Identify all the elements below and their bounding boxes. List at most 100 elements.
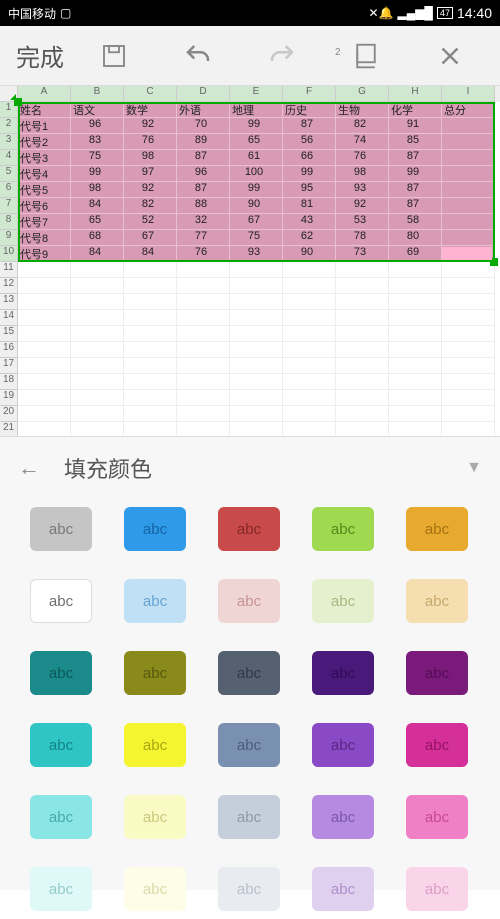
color-swatch[interactable]: abc <box>312 867 374 911</box>
empty-cell[interactable] <box>389 294 442 310</box>
empty-cell[interactable] <box>177 342 230 358</box>
empty-cell[interactable] <box>336 294 389 310</box>
column-header[interactable]: H <box>389 86 442 102</box>
empty-cell[interactable] <box>177 374 230 390</box>
data-cell[interactable] <box>442 150 495 166</box>
data-cell[interactable]: 代号4 <box>18 166 71 182</box>
row-header[interactable]: 4 <box>0 150 18 166</box>
column-header[interactable]: E <box>230 86 283 102</box>
row-header[interactable]: 11 <box>0 262 18 278</box>
empty-cell[interactable] <box>283 358 336 374</box>
header-cell[interactable]: 生物 <box>336 102 389 118</box>
header-cell[interactable]: 总分 <box>442 102 495 118</box>
done-button[interactable]: 完成 <box>8 32 72 79</box>
empty-cell[interactable] <box>283 422 336 436</box>
data-cell[interactable]: 76 <box>177 246 230 262</box>
data-cell[interactable]: 90 <box>230 198 283 214</box>
data-cell[interactable]: 65 <box>71 214 124 230</box>
redo-icon[interactable] <box>240 41 324 71</box>
empty-cell[interactable] <box>389 326 442 342</box>
empty-cell[interactable] <box>71 342 124 358</box>
empty-cell[interactable] <box>71 390 124 406</box>
empty-cell[interactable] <box>124 390 177 406</box>
data-cell[interactable]: 43 <box>283 214 336 230</box>
empty-cell[interactable] <box>71 326 124 342</box>
row-header[interactable]: 6 <box>0 182 18 198</box>
empty-cell[interactable] <box>336 278 389 294</box>
color-swatch[interactable]: abc <box>30 723 92 767</box>
empty-cell[interactable] <box>230 374 283 390</box>
data-cell[interactable]: 100 <box>230 166 283 182</box>
data-cell[interactable]: 87 <box>389 150 442 166</box>
row-header[interactable]: 15 <box>0 326 18 342</box>
empty-cell[interactable] <box>124 262 177 278</box>
data-cell[interactable]: 84 <box>71 246 124 262</box>
data-cell[interactable]: 75 <box>230 230 283 246</box>
row-header[interactable]: 12 <box>0 278 18 294</box>
data-cell[interactable]: 67 <box>230 214 283 230</box>
empty-cell[interactable] <box>336 326 389 342</box>
empty-cell[interactable] <box>177 422 230 436</box>
data-cell[interactable]: 89 <box>177 134 230 150</box>
empty-cell[interactable] <box>177 406 230 422</box>
data-cell[interactable]: 96 <box>71 118 124 134</box>
empty-cell[interactable] <box>442 390 495 406</box>
column-header[interactable]: C <box>124 86 177 102</box>
color-swatch[interactable]: abc <box>406 723 468 767</box>
empty-cell[interactable] <box>71 358 124 374</box>
empty-cell[interactable] <box>283 374 336 390</box>
empty-cell[interactable] <box>230 422 283 436</box>
empty-cell[interactable] <box>230 390 283 406</box>
data-cell[interactable]: 99 <box>283 166 336 182</box>
row-header[interactable]: 7 <box>0 198 18 214</box>
data-cell[interactable]: 69 <box>389 246 442 262</box>
empty-cell[interactable] <box>283 342 336 358</box>
empty-cell[interactable] <box>442 422 495 436</box>
row-header[interactable]: 21 <box>0 422 18 436</box>
data-cell[interactable]: 85 <box>389 134 442 150</box>
empty-cell[interactable] <box>18 422 71 436</box>
data-cell[interactable]: 70 <box>177 118 230 134</box>
data-cell[interactable]: 83 <box>71 134 124 150</box>
data-cell[interactable]: 90 <box>283 246 336 262</box>
empty-cell[interactable] <box>18 278 71 294</box>
empty-cell[interactable] <box>124 326 177 342</box>
data-cell[interactable]: 93 <box>336 182 389 198</box>
row-header[interactable]: 16 <box>0 342 18 358</box>
back-arrow-icon[interactable]: ← <box>18 455 40 481</box>
empty-cell[interactable] <box>283 390 336 406</box>
column-header[interactable]: I <box>442 86 495 102</box>
empty-cell[interactable] <box>230 358 283 374</box>
data-cell[interactable]: 78 <box>336 230 389 246</box>
selection-handle-br[interactable] <box>490 258 498 266</box>
empty-cell[interactable] <box>124 374 177 390</box>
column-header[interactable]: D <box>177 86 230 102</box>
header-cell[interactable]: 历史 <box>283 102 336 118</box>
data-cell[interactable]: 76 <box>336 150 389 166</box>
data-cell[interactable]: 68 <box>71 230 124 246</box>
data-cell[interactable] <box>442 118 495 134</box>
data-cell[interactable]: 52 <box>124 214 177 230</box>
empty-cell[interactable] <box>124 422 177 436</box>
empty-cell[interactable] <box>18 342 71 358</box>
empty-cell[interactable] <box>283 310 336 326</box>
data-cell[interactable]: 88 <box>177 198 230 214</box>
empty-cell[interactable] <box>177 326 230 342</box>
undo-icon[interactable] <box>156 41 240 71</box>
empty-cell[interactable] <box>177 262 230 278</box>
empty-cell[interactable] <box>442 278 495 294</box>
spreadsheet[interactable]: ABCDEFGHI 1姓名语文数学外语地理历史生物化学总分2代号19692709… <box>0 86 500 436</box>
color-swatch[interactable]: abc <box>30 867 92 911</box>
empty-cell[interactable] <box>18 374 71 390</box>
data-cell[interactable]: 73 <box>336 246 389 262</box>
color-swatch[interactable]: abc <box>218 651 280 695</box>
empty-cell[interactable] <box>230 294 283 310</box>
empty-cell[interactable] <box>18 294 71 310</box>
row-header[interactable]: 5 <box>0 166 18 182</box>
data-cell[interactable]: 32 <box>177 214 230 230</box>
empty-cell[interactable] <box>283 294 336 310</box>
empty-cell[interactable] <box>230 310 283 326</box>
empty-cell[interactable] <box>336 374 389 390</box>
empty-cell[interactable] <box>336 342 389 358</box>
empty-cell[interactable] <box>18 262 71 278</box>
